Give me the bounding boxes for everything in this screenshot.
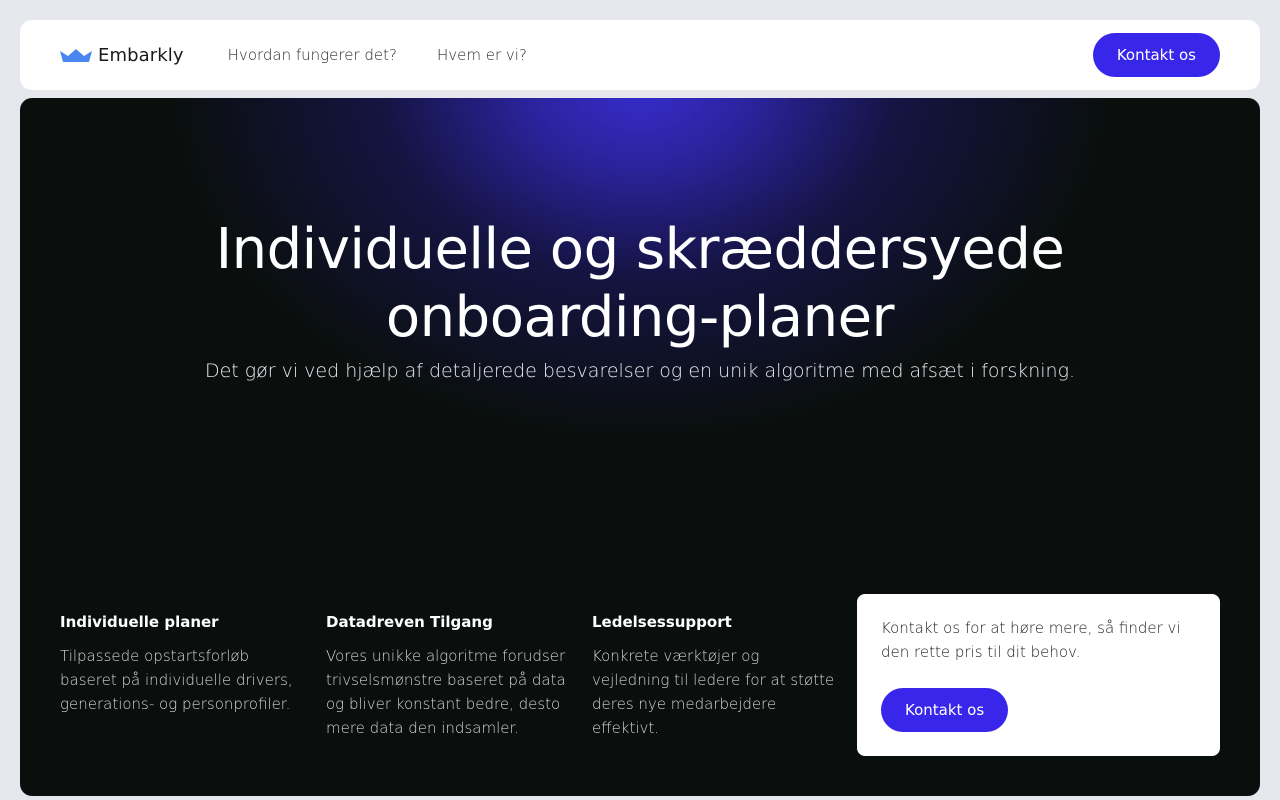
feature-title: Individuelle planer: [60, 613, 219, 631]
hero-subtitle: Det gør vi ved hjælp af detaljerede besv…: [204, 360, 1076, 382]
nav-link-about-us[interactable]: Hvem er vi?: [437, 46, 527, 64]
feature-title: Ledelsessupport: [592, 613, 732, 631]
nav-link-how-it-works[interactable]: Hvordan fungerer det?: [228, 46, 397, 64]
contact-card-text: Kontakt os for at høre mere, så finder v…: [881, 619, 1181, 661]
features-list: Individuelle planer Tilpassede opstartsf…: [60, 612, 858, 740]
feature-text: Konkrete værktøjer og vejledning til led…: [592, 647, 835, 737]
feature-text: Vores unikke algoritme forudser trivsels…: [326, 647, 566, 737]
nav-contact-button[interactable]: Kontakt os: [1092, 33, 1220, 77]
feature-individual-plans: Individuelle planer Tilpassede opstartsf…: [60, 612, 326, 740]
main-nav: Hvordan fungerer det? Hvem er vi?: [228, 46, 527, 64]
top-navbar: Embarkly Hvordan fungerer det? Hvem er v…: [20, 20, 1260, 90]
hero-title: Individuelle og skræddersyede onboarding…: [215, 217, 1065, 350]
contact-card: Kontakt os for at høre mere, så finder v…: [857, 594, 1220, 756]
brand-name: Embarkly: [98, 44, 184, 66]
brand-logo-link[interactable]: Embarkly: [60, 45, 184, 66]
feature-text: Tilpassede opstartsforløb baseret på ind…: [60, 647, 293, 713]
crown-icon: [60, 49, 92, 62]
feature-data-driven: Datadreven Tilgang Vores unikke algoritm…: [326, 612, 592, 740]
contact-card-button[interactable]: Kontakt os: [881, 688, 1009, 732]
feature-leadership-support: Ledelsessupport Konkrete værktøjer og ve…: [592, 612, 858, 740]
feature-title: Datadreven Tilgang: [326, 613, 493, 631]
hero-section: Individuelle og skræddersyede onboarding…: [20, 98, 1260, 796]
